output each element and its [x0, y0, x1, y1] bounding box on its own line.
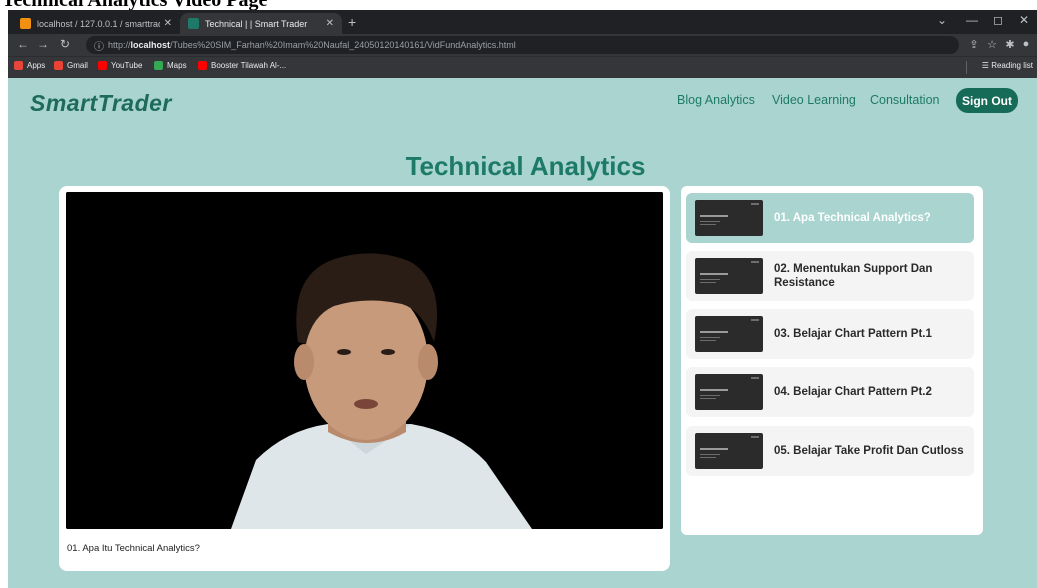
page-title: Technical Analytics [405, 151, 646, 181]
divider [966, 61, 967, 74]
document-caption-text: Technical Analytics Video Page [2, 0, 267, 10]
url-host: localhost [130, 40, 171, 50]
bookmarks-bar: Apps Gmail YouTube Maps Booster Tilawah … [8, 56, 1037, 78]
video-thumbnail [695, 200, 763, 236]
profile-avatar-icon[interactable]: ● [1018, 38, 1034, 50]
smarttrader-favicon-icon [188, 18, 199, 29]
nav-link-consultation[interactable]: Consultation [870, 93, 940, 107]
share-icon[interactable]: ⇪ [966, 38, 982, 51]
youtube-icon [198, 61, 207, 70]
bookmark-maps[interactable]: Maps [154, 61, 187, 70]
bookmark-label: YouTube [111, 61, 143, 70]
video-playlist: 01. Apa Technical Analytics? 02. Menentu… [681, 186, 983, 535]
info-icon[interactable]: ⓘ [94, 38, 104, 53]
new-tab-button[interactable]: + [348, 14, 356, 30]
extensions-icon[interactable]: ✱ [1002, 38, 1018, 51]
address-bar[interactable]: ⓘ http:// localhost /Tubes%20SIM_Farhan%… [86, 36, 959, 54]
phpmyadmin-favicon-icon [20, 18, 31, 29]
bookmark-star-icon[interactable]: ☆ [984, 38, 1000, 51]
back-arrow-icon[interactable]: ← [14, 37, 32, 51]
video-player-card: 01. Apa Itu Technical Analytics? [59, 186, 670, 571]
close-icon[interactable]: ✕ [326, 18, 334, 29]
playlist-item-title: 03. Belajar Chart Pattern Pt.1 [774, 328, 932, 340]
maps-pin-icon [154, 61, 163, 70]
nav-link-blog-analytics[interactable]: Blog Analytics [677, 93, 755, 107]
browser-tab-technical[interactable]: Technical | | Smart Trader ✕ [180, 13, 342, 34]
playlist-item[interactable]: 03. Belajar Chart Pattern Pt.1 [686, 309, 974, 359]
sign-out-button[interactable]: Sign Out [956, 88, 1018, 113]
minimize-button[interactable]: — [958, 13, 986, 27]
bookmark-booster-tilawah[interactable]: Booster Tilawah Al-... [198, 61, 286, 70]
close-icon[interactable]: ✕ [164, 18, 172, 29]
browser-toolbar: ← → ↻ ⓘ http:// localhost /Tubes%20SIM_F… [8, 34, 1037, 56]
playlist-item[interactable]: 04. Belajar Chart Pattern Pt.2 [686, 367, 974, 417]
bookmark-apps[interactable]: Apps [14, 61, 45, 70]
tab-search-icon[interactable]: ⌄ [928, 13, 956, 27]
tab-title: Technical | | Smart Trader [205, 18, 308, 29]
playlist-item-title: 05. Belajar Take Profit Dan Cutloss [774, 445, 964, 457]
video-caption: 01. Apa Itu Technical Analytics? [67, 543, 200, 554]
bookmark-label: Gmail [67, 61, 88, 70]
maximize-button[interactable]: ◻ [984, 13, 1012, 27]
close-window-button[interactable]: ✕ [1010, 13, 1037, 27]
video-thumbnail [695, 374, 763, 410]
brand-logo[interactable]: SmartTrader [30, 90, 172, 117]
bookmark-label: Maps [167, 61, 187, 70]
apps-grid-icon [14, 61, 23, 70]
page-content: SmartTrader Blog Analytics Video Learnin… [8, 78, 1037, 588]
playlist-item[interactable]: 01. Apa Technical Analytics? [686, 193, 974, 243]
youtube-icon [98, 61, 107, 70]
bookmark-label: Booster Tilawah Al-... [211, 61, 287, 70]
reading-list-button[interactable]: ☰ Reading list [982, 61, 1033, 70]
forward-arrow-icon[interactable]: → [34, 37, 52, 51]
reload-icon[interactable]: ↻ [56, 37, 74, 51]
bookmark-youtube[interactable]: YouTube [98, 61, 142, 70]
url-prefix: http:// [108, 40, 131, 50]
nav-link-video-learning[interactable]: Video Learning [772, 93, 856, 107]
video-player[interactable] [66, 192, 663, 529]
playlist-item-title: 02. Menentukan Support Dan Resistance [774, 263, 933, 289]
browser-tab-phpmyadmin[interactable]: localhost / 127.0.0.1 / smarttrade ✕ [12, 13, 180, 34]
url-path: /Tubes%20SIM_Farhan%20Imam%20Naufal_2405… [170, 40, 516, 50]
bookmark-gmail[interactable]: Gmail [54, 61, 88, 70]
bookmark-label: Apps [27, 61, 46, 70]
gmail-icon [54, 61, 63, 70]
playlist-item-title: 01. Apa Technical Analytics? [774, 212, 931, 224]
video-thumbnail [695, 433, 763, 469]
video-thumbnail [695, 258, 763, 294]
playlist-item[interactable]: 02. Menentukan Support Dan Resistance [686, 251, 974, 301]
reading-list-label: Reading list [991, 61, 1033, 70]
presenter-video-frame [66, 192, 663, 529]
document-caption: Technical Analytics Video Page [0, 0, 1037, 10]
tab-title: localhost / 127.0.0.1 / smarttrade [37, 18, 160, 29]
browser-tab-strip: localhost / 127.0.0.1 / smarttrade ✕ Tec… [8, 10, 1037, 34]
playlist-item[interactable]: 05. Belajar Take Profit Dan Cutloss [686, 426, 974, 476]
playlist-item-title: 04. Belajar Chart Pattern Pt.2 [774, 386, 932, 398]
video-thumbnail [695, 316, 763, 352]
